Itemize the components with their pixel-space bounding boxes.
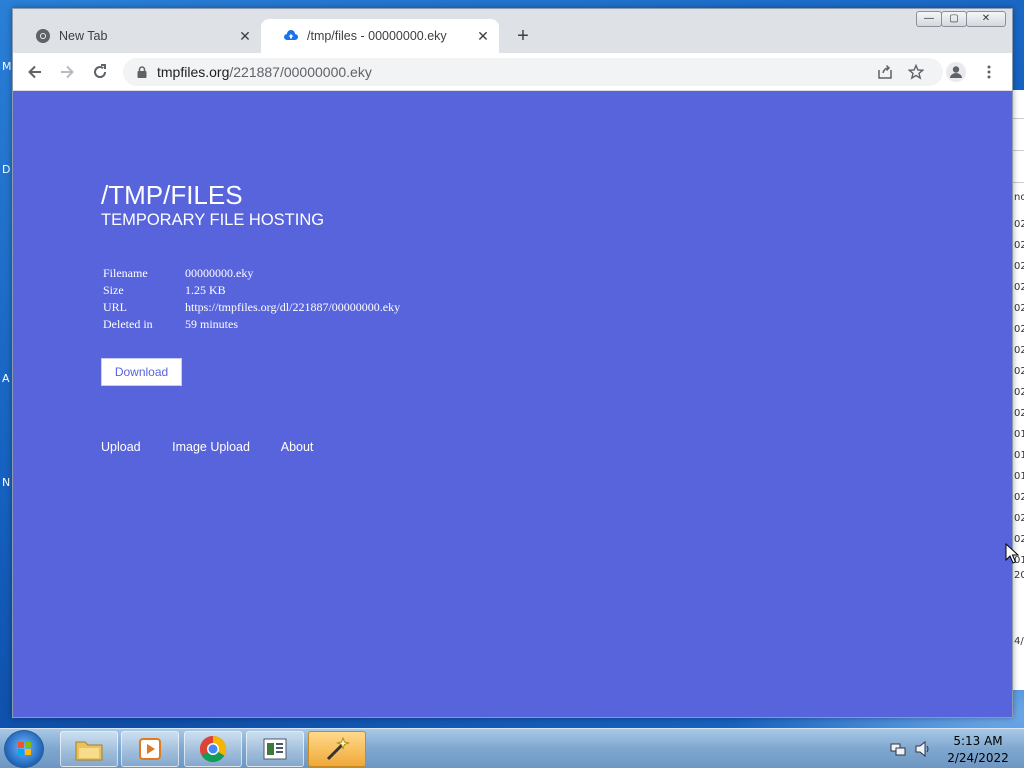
volume-icon[interactable] bbox=[914, 741, 932, 757]
reload-button[interactable] bbox=[88, 60, 112, 84]
back-button[interactable] bbox=[23, 60, 47, 84]
back-arrow-icon bbox=[28, 65, 41, 79]
size-value: 1.25 KB bbox=[185, 283, 226, 297]
mouse-cursor-icon bbox=[1005, 543, 1019, 564]
list-item: 02 bbox=[1014, 492, 1024, 503]
taskbar-chrome[interactable] bbox=[184, 731, 242, 767]
list-item: 20 bbox=[1014, 570, 1024, 581]
close-window-button[interactable]: ✕ bbox=[966, 11, 1006, 27]
lock-icon bbox=[137, 66, 147, 78]
list-item: 02 bbox=[1014, 219, 1024, 230]
file-explorer-icon bbox=[75, 741, 103, 761]
windows-logo-icon bbox=[18, 742, 31, 755]
page-subtitle: TEMPORARY FILE HOSTING bbox=[101, 211, 325, 229]
tab-new-tab[interactable]: New Tab ✕ bbox=[13, 19, 261, 53]
deleted-in-value: 59 minutes bbox=[185, 317, 238, 331]
url-value[interactable]: https://tmpfiles.org/dl/221887/00000000.… bbox=[183, 299, 402, 316]
list-item: 4/ bbox=[1014, 636, 1024, 647]
tab-label: /tmp/files - 00000000.eky bbox=[307, 29, 447, 43]
reload-icon bbox=[94, 64, 107, 78]
size-label: Size bbox=[103, 283, 124, 297]
new-tab-button[interactable]: + bbox=[513, 26, 533, 46]
avatar-icon bbox=[946, 62, 966, 82]
url-label: URL bbox=[103, 300, 127, 314]
table-row: Size 1.25 KB bbox=[101, 282, 402, 299]
nav-link-upload[interactable]: Upload bbox=[101, 440, 141, 454]
taskbar-wizard-app[interactable] bbox=[308, 731, 366, 767]
desktop-icon-label[interactable]: A bbox=[2, 372, 10, 385]
deleted-in-label: Deleted in bbox=[103, 317, 153, 331]
file-info-table: Filename 00000000.eky Size 1.25 KB URL http… bbox=[101, 265, 402, 333]
profile-button[interactable] bbox=[944, 60, 968, 84]
tab-strip: New Tab ✕ /tmp/files - 00000000.eky ✕ + … bbox=[13, 9, 1012, 53]
tab-tmpfiles[interactable]: /tmp/files - 00000000.eky ✕ bbox=[261, 19, 499, 53]
network-icon[interactable] bbox=[890, 741, 906, 757]
kebab-menu-icon bbox=[987, 65, 991, 79]
filename-label: Filename bbox=[103, 266, 148, 280]
list-item: 02 bbox=[1014, 387, 1024, 398]
start-button[interactable] bbox=[4, 730, 44, 768]
tab-label: New Tab bbox=[59, 29, 108, 43]
wizard-app-icon bbox=[326, 736, 351, 761]
list-item: 02 bbox=[1014, 240, 1024, 251]
close-tab-icon[interactable]: ✕ bbox=[237, 28, 253, 44]
footer-nav: Upload Image Upload About bbox=[101, 440, 341, 454]
list-item: 02 bbox=[1014, 408, 1024, 419]
list-item: 02 bbox=[1014, 513, 1024, 524]
close-tab-icon[interactable]: ✕ bbox=[475, 28, 491, 44]
url-text[interactable]: tmpfiles.org/221887/00000000.eky bbox=[157, 64, 372, 80]
chrome-icon bbox=[199, 735, 227, 763]
download-button[interactable]: Download bbox=[101, 358, 182, 386]
chrome-icon bbox=[35, 28, 51, 44]
star-icon bbox=[908, 64, 924, 80]
taskbar-media-player[interactable] bbox=[121, 731, 179, 767]
bookmark-button[interactable] bbox=[904, 60, 928, 84]
list-item: 01 bbox=[1014, 450, 1024, 461]
clock-time[interactable]: 5:13 AM bbox=[942, 734, 1014, 748]
browser-window: New Tab ✕ /tmp/files - 00000000.eky ✕ + … bbox=[12, 8, 1013, 718]
filename-value: 00000000.eky bbox=[185, 266, 254, 280]
list-item: 01 bbox=[1014, 471, 1024, 482]
list-item: 02 bbox=[1014, 303, 1024, 314]
minimize-button[interactable]: — bbox=[916, 11, 942, 27]
desktop-icon-label[interactable]: D bbox=[2, 163, 10, 176]
list-item: 02 bbox=[1014, 345, 1024, 356]
list-item: 02 bbox=[1014, 366, 1024, 377]
list-item: 02 bbox=[1014, 261, 1024, 272]
forward-arrow-icon bbox=[61, 65, 74, 79]
document-app-icon bbox=[263, 738, 287, 760]
desktop-icon-label[interactable]: M bbox=[2, 60, 12, 73]
nav-link-about[interactable]: About bbox=[281, 440, 314, 454]
share-icon bbox=[878, 64, 892, 79]
media-player-icon bbox=[139, 738, 161, 760]
address-bar[interactable]: tmpfiles.org/221887/00000000.eky bbox=[123, 58, 943, 86]
maximize-button[interactable]: ▢ bbox=[941, 11, 967, 27]
taskbar: 5:13 AM 2/24/2022 bbox=[0, 728, 1024, 768]
desktop-icon-label[interactable]: N bbox=[2, 476, 10, 489]
nav-link-image-upload[interactable]: Image Upload bbox=[172, 440, 250, 454]
list-item: 02 bbox=[1014, 282, 1024, 293]
list-item: no bbox=[1014, 192, 1024, 203]
browser-toolbar: tmpfiles.org/221887/00000000.eky bbox=[13, 53, 1012, 91]
url-domain: tmpfiles.org bbox=[157, 64, 230, 80]
page-content: /TMP/FILES TEMPORARY FILE HOSTING Filena… bbox=[13, 91, 1012, 717]
cloud-upload-icon bbox=[283, 28, 299, 44]
table-row: Filename 00000000.eky bbox=[101, 265, 402, 282]
taskbar-file-explorer[interactable] bbox=[60, 731, 118, 767]
page-title: /TMP/FILES bbox=[101, 180, 243, 210]
share-button[interactable] bbox=[873, 60, 897, 84]
table-row: URL https://tmpfiles.org/dl/221887/000000… bbox=[101, 299, 402, 316]
clock-date[interactable]: 2/24/2022 bbox=[942, 751, 1014, 765]
menu-button[interactable] bbox=[977, 60, 1001, 84]
forward-button[interactable] bbox=[55, 60, 79, 84]
table-row: Deleted in 59 minutes bbox=[101, 316, 402, 333]
url-path: /221887/00000000.eky bbox=[229, 64, 372, 80]
list-item: 02 bbox=[1014, 324, 1024, 335]
taskbar-document-app[interactable] bbox=[246, 731, 304, 767]
system-tray: 5:13 AM 2/24/2022 bbox=[884, 729, 1024, 768]
list-item: 01 bbox=[1014, 429, 1024, 440]
